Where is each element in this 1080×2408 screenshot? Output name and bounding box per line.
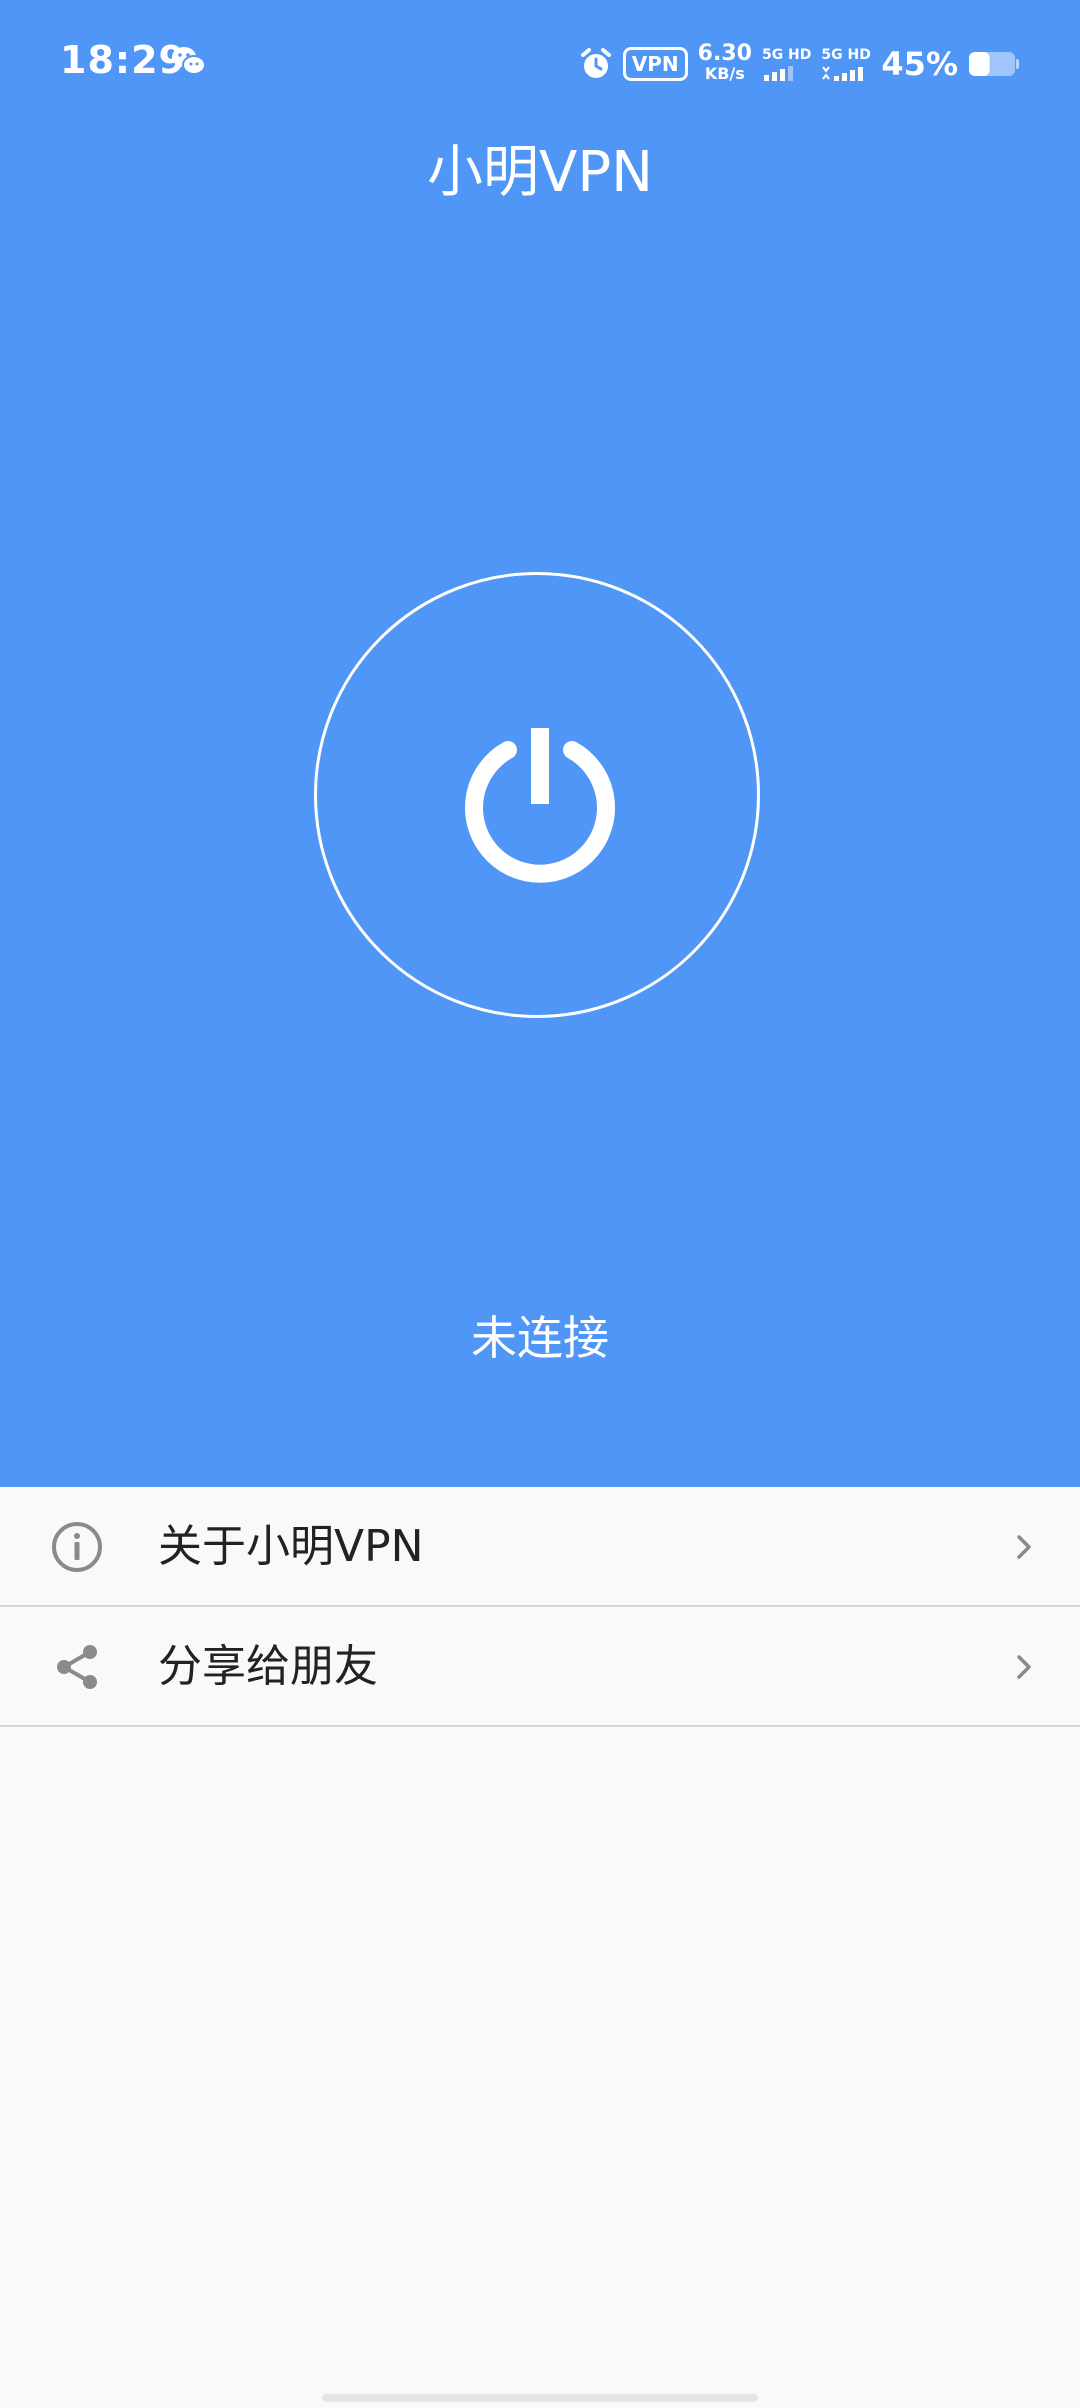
chevron-right-icon bbox=[1017, 1535, 1031, 1559]
status-time: 18:29 bbox=[60, 38, 186, 82]
menu-item-label: 分享给朋友 bbox=[158, 1641, 378, 1692]
battery-icon bbox=[969, 52, 1019, 76]
settings-menu: 关于小明VPN 分享给朋友 bbox=[0, 1487, 1080, 1727]
menu-item-share[interactable]: 分享给朋友 bbox=[0, 1607, 1080, 1727]
hero-panel: 18:29 VPN 6.30 KB/s 5G HD 5G HD 45% 小明VP… bbox=[0, 0, 1080, 1487]
network-speed-value: 6.30 bbox=[697, 41, 752, 66]
sim2-label: 5G HD bbox=[821, 47, 871, 63]
status-right-cluster: VPN 6.30 KB/s 5G HD 5G HD 45% bbox=[579, 40, 1020, 88]
signal-icon bbox=[822, 66, 864, 81]
menu-item-about[interactable]: 关于小明VPN bbox=[0, 1487, 1080, 1607]
sim1-label: 5G HD bbox=[761, 47, 812, 63]
info-icon bbox=[52, 1522, 102, 1572]
chevron-right-icon bbox=[1017, 1655, 1031, 1679]
network-speed-unit: KB/s bbox=[704, 64, 745, 83]
sim1-signal: 5G HD bbox=[762, 47, 811, 81]
vpn-app-screen: 18:29 VPN 6.30 KB/s 5G HD 5G HD 45% 小明VP… bbox=[0, 0, 1080, 2408]
menu-item-label: 关于小明VPN bbox=[158, 1521, 424, 1572]
network-speed: 6.30 KB/s bbox=[697, 41, 752, 84]
wechat-icon bbox=[172, 47, 206, 75]
sim2-signal: 5G HD bbox=[821, 47, 871, 81]
app-title: 小明VPN bbox=[427, 140, 653, 205]
status-bar: 18:29 VPN 6.30 KB/s 5G HD 5G HD 45% bbox=[0, 0, 1080, 128]
connection-status: 未连接 bbox=[471, 1311, 609, 1365]
share-icon bbox=[57, 1645, 97, 1689]
power-icon[interactable] bbox=[456, 716, 624, 884]
battery-percent: 45% bbox=[881, 45, 958, 83]
alarm-icon bbox=[580, 48, 611, 78]
home-indicator[interactable] bbox=[322, 2394, 758, 2402]
vpn-badge: VPN bbox=[622, 47, 688, 81]
signal-icon bbox=[763, 66, 793, 81]
